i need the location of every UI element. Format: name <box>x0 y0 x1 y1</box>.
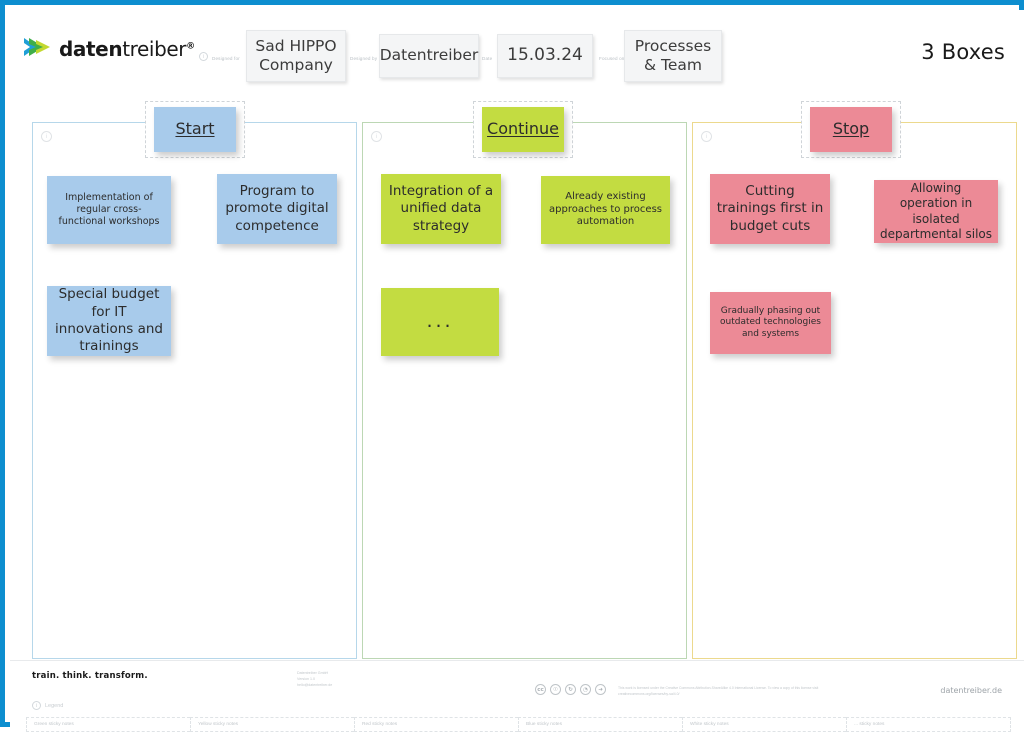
field-date-value[interactable]: 15.03.24 <box>497 34 593 78</box>
sticky-note-stop-3[interactable]: Gradually phasing out outdated technolog… <box>710 292 831 354</box>
info-icon-stop-panel[interactable]: i <box>701 131 712 142</box>
field-focused-on-value[interactable]: Processes & Team <box>624 30 722 82</box>
cc-nd-icon: ➜ <box>595 684 606 695</box>
website-url: datentreiber.de <box>940 686 1002 695</box>
legend-title-label: Legend <box>45 702 64 709</box>
label-date: Date <box>482 56 493 61</box>
datentreiber-logo: datentreiber® <box>23 36 195 62</box>
legend-item-green: Green sticky notes <box>26 717 190 732</box>
field-date-text: 15.03.24 <box>507 45 583 66</box>
legend-row: Green sticky notes Yellow sticky notes R… <box>26 717 1011 732</box>
logo-wordmark: datentreiber® <box>59 37 195 61</box>
legend-item-blue: Blue sticky notes <box>518 717 682 732</box>
column-header-stop-label: Stop <box>832 119 870 139</box>
canvas-frame: datentreiber® i Designed for Designed by… <box>0 0 1024 732</box>
cc-icon: cc <box>535 684 546 695</box>
column-header-continue-label: Continue <box>487 119 559 139</box>
logo-chevron-icon <box>24 38 50 56</box>
sticky-note-continue-3-text: ... <box>426 310 454 333</box>
sticky-note-start-1-text: Implementation of regular cross-function… <box>58 191 160 228</box>
field-focused-on-text: Processes & Team <box>634 36 712 74</box>
legend-title: i Legend <box>32 701 63 710</box>
field-designed-by-value[interactable]: Datentreiber <box>379 34 479 78</box>
board-title: 3 Boxes <box>921 40 1005 64</box>
sticky-note-start-3[interactable]: Special budget for IT innovations and tr… <box>47 286 171 356</box>
sticky-note-stop-1-text: Cutting trainings first in budget cuts <box>716 183 824 234</box>
logo-registered-mark: ® <box>186 41 195 52</box>
info-icon-designed-for: i <box>199 52 208 61</box>
field-designed-for-value[interactable]: Sad HIPPO Company <box>246 30 346 82</box>
legend-item-red: Red sticky notes <box>354 717 518 732</box>
sticky-note-stop-1[interactable]: Cutting trainings first in budget cuts <box>710 174 830 244</box>
sticky-note-start-1[interactable]: Implementation of regular cross-function… <box>47 176 171 244</box>
field-designed-by-text: Datentreiber <box>379 46 479 65</box>
sticky-note-continue-3[interactable]: ... <box>381 288 499 356</box>
sticky-note-continue-2[interactable]: Already existing approaches to process a… <box>541 176 670 244</box>
license-text: This work is licensed under the Creative… <box>618 686 819 697</box>
column-header-start-label: Start <box>175 119 215 139</box>
sticky-note-stop-2-text: Allowing operation in isolated departmen… <box>880 180 993 241</box>
column-header-stop[interactable]: Stop <box>810 107 892 152</box>
logo-wordmark-light: treiber <box>122 37 187 61</box>
sticky-note-continue-1-text: Integration of a unified data strategy <box>388 183 494 234</box>
legend-item-white: White sticky notes <box>682 717 846 732</box>
label-focused-on: Focused on <box>599 56 625 61</box>
sticky-note-start-2-text: Program to promote digital competence <box>225 183 329 234</box>
brand-tagline: train. think. transform. <box>32 671 148 681</box>
logo-wordmark-bold: daten <box>59 37 123 61</box>
sticky-note-stop-2[interactable]: Allowing operation in isolated departmen… <box>874 180 998 243</box>
column-header-start[interactable]: Start <box>154 107 236 152</box>
label-designed-by: Designed by <box>350 56 378 61</box>
cc-sa-icon: ↻ <box>565 684 576 695</box>
creative-commons-icons: cc ☉ ↻ ◔ ➜ <box>535 684 606 695</box>
cc-nc-icon: ◔ <box>580 684 591 695</box>
canvas-header: datentreiber® i Designed for Designed by… <box>10 10 1024 95</box>
imprint-text: Datentreiber GmbH Version 1.0 hello@date… <box>297 671 333 688</box>
field-designed-for-text: Sad HIPPO Company <box>255 36 337 74</box>
legend-item-other: ... sticky notes <box>846 717 1011 732</box>
sticky-note-stop-3-text: Gradually phasing out outdated technolog… <box>720 305 821 339</box>
label-designed-for: Designed for <box>212 56 240 61</box>
sticky-note-start-2[interactable]: Program to promote digital competence <box>217 174 337 244</box>
legend-item-yellow: Yellow sticky notes <box>190 717 354 732</box>
cc-by-icon: ☉ <box>550 684 561 695</box>
sticky-note-start-3-text: Special budget for IT innovations and tr… <box>55 286 163 355</box>
canvas-inner: datentreiber® i Designed for Designed by… <box>10 10 1024 732</box>
sticky-note-continue-1[interactable]: Integration of a unified data strategy <box>381 174 501 244</box>
info-icon-start-panel[interactable]: i <box>41 131 52 142</box>
info-icon-legend: i <box>32 701 41 710</box>
info-icon-continue-panel[interactable]: i <box>371 131 382 142</box>
sticky-note-continue-2-text: Already existing approaches to process a… <box>549 190 662 228</box>
column-header-continue[interactable]: Continue <box>482 107 564 152</box>
